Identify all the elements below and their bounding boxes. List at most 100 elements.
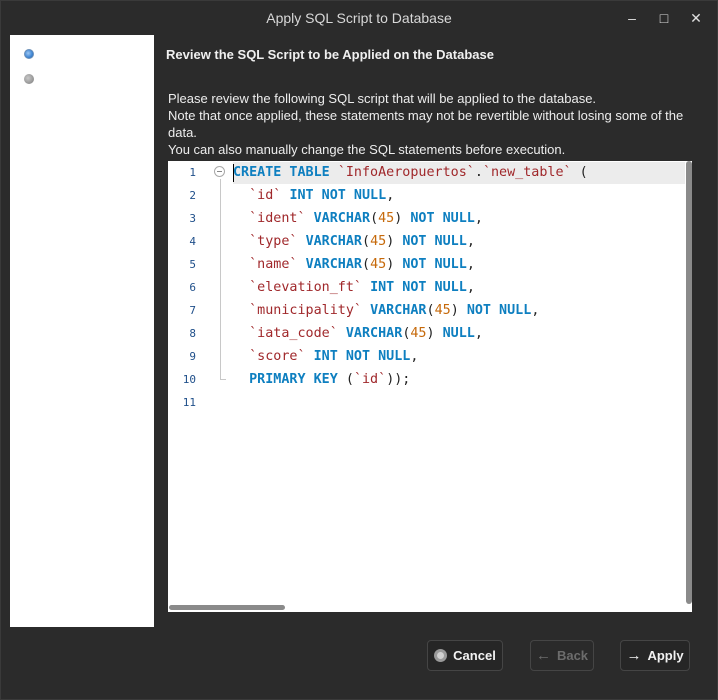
code-token: NOT NULL: [410, 211, 475, 226]
apply-label: Apply: [647, 648, 684, 663]
code-token: `InfoAeropuertos`: [337, 165, 475, 180]
code-token: 45: [434, 303, 451, 318]
code-token: (: [337, 372, 354, 387]
code-token: NOT NULL: [402, 257, 467, 272]
step-indicator-next: [24, 74, 34, 84]
fold-collapse-icon[interactable]: [214, 166, 225, 177]
back-label: Back: [556, 648, 589, 663]
code-token: `municipality`: [249, 303, 362, 318]
code-token: ));: [386, 372, 411, 387]
apply-sql-dialog: Apply SQL Script to Database – □ ✕ Revie…: [0, 0, 718, 700]
wizard-steps-sidebar: [10, 35, 154, 627]
code-token: ,: [386, 188, 395, 203]
code-token: `elevation_ft`: [249, 280, 362, 295]
code-token: `new_table`: [482, 165, 572, 180]
code-line: PRIMARY KEY (`id`));: [233, 370, 410, 390]
code-token: ,: [474, 326, 483, 341]
arrow-left-icon: ←: [535, 647, 551, 664]
line-number: 5: [189, 258, 196, 271]
code-token: 45: [370, 234, 387, 249]
code-line: `type` VARCHAR(45) NOT NULL,: [233, 232, 475, 252]
code-token: `id`: [353, 372, 387, 387]
code-token: INT NOT NULL: [313, 349, 411, 364]
vertical-scrollbar[interactable]: [686, 161, 692, 604]
code-token: INT NOT NULL: [289, 188, 387, 203]
cancel-button[interactable]: Cancel: [427, 640, 503, 671]
sql-editor[interactable]: 1 2 3 4 5 6 7 8 9 10 11 CREATE TABLE `InfoAeropuer…: [168, 161, 692, 612]
line-number: 8: [189, 327, 196, 340]
code-line: `municipality` VARCHAR(45) NOT NULL,: [233, 301, 539, 321]
code-token: NOT NULL: [402, 234, 467, 249]
code-token: VARCHAR: [370, 303, 427, 318]
code-line: CREATE TABLE `InfoAeropuertos`.`new_tabl…: [233, 163, 588, 183]
step-indicator-current: [24, 49, 34, 59]
apply-button[interactable]: → Apply: [620, 640, 690, 671]
page-title: Review the SQL Script to be Applied on t…: [166, 47, 494, 62]
close-icon[interactable]: ✕: [685, 7, 707, 29]
line-number: 11: [182, 396, 196, 409]
code-line: `ident` VARCHAR(45) NOT NULL,: [233, 209, 483, 229]
code-token: VARCHAR: [305, 234, 362, 249]
code-token: PRIMARY KEY: [249, 372, 338, 387]
code-token: ,: [531, 303, 540, 318]
code-token: VARCHAR: [313, 211, 371, 226]
code-token: `name`: [249, 257, 298, 272]
text-caret: [233, 164, 234, 182]
arrow-right-icon: →: [626, 647, 642, 664]
code-token: ): [394, 211, 411, 226]
code-token: 45: [410, 326, 427, 341]
line-number: 1: [189, 166, 196, 179]
fold-guide-end: [220, 379, 226, 380]
code-token: (: [362, 234, 371, 249]
cancel-icon: [434, 649, 448, 662]
line-number: 6: [189, 281, 196, 294]
code-line: `iata_code` VARCHAR(45) NULL,: [233, 324, 483, 344]
code-token: `id`: [249, 188, 282, 203]
code-token: NULL: [442, 326, 475, 341]
window-title: Apply SQL Script to Database: [266, 10, 452, 26]
code-token: (: [362, 257, 371, 272]
minimize-icon[interactable]: –: [621, 7, 643, 29]
code-token: 45: [378, 211, 395, 226]
maximize-icon[interactable]: □: [653, 7, 675, 29]
fold-guide: [220, 179, 221, 379]
code-token: `ident`: [249, 211, 306, 226]
description-line: Please review the following SQL script t…: [168, 91, 597, 106]
code-token: .: [474, 165, 483, 180]
line-number: 10: [182, 373, 196, 386]
line-number-gutter: 1 2 3 4 5 6 7 8 9 10 11: [168, 161, 208, 612]
code-line: `score` INT NOT NULL,: [233, 347, 418, 367]
code-token: ,: [474, 211, 483, 226]
line-number: 2: [189, 189, 196, 202]
code-token: ,: [466, 280, 475, 295]
cancel-label: Cancel: [453, 648, 496, 663]
code-token: ): [450, 303, 467, 318]
code-token: INT NOT NULL: [370, 280, 467, 295]
line-number: 3: [189, 212, 196, 225]
code-token: ,: [466, 257, 475, 272]
code-token: ): [386, 257, 403, 272]
code-token: (: [426, 303, 435, 318]
horizontal-scrollbar[interactable]: [169, 605, 285, 610]
code-token: 45: [370, 257, 387, 272]
code-token: `iata_code`: [249, 326, 338, 341]
code-token: ): [426, 326, 443, 341]
code-token: (: [571, 165, 588, 180]
back-button[interactable]: ← Back: [530, 640, 594, 671]
description-line: data.: [168, 125, 197, 140]
code-token: ,: [410, 349, 419, 364]
